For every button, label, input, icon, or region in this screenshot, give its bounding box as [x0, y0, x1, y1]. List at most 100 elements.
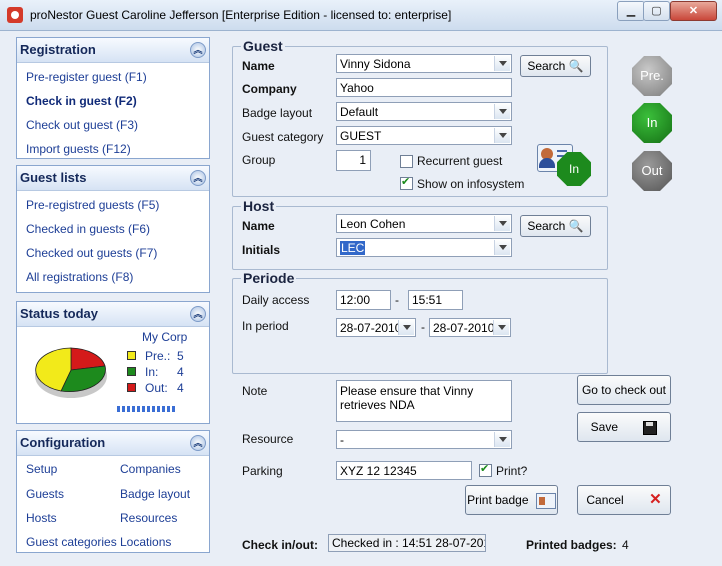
- guest-category-label: Guest category: [242, 130, 324, 144]
- collapse-icon[interactable]: ︽: [190, 306, 206, 322]
- daily-access-label: Daily access: [242, 293, 310, 307]
- period-from-date[interactable]: 28-07-2010: [336, 318, 416, 337]
- configuration-title: Configuration: [20, 435, 106, 450]
- legend-out-label: Out:: [145, 381, 168, 395]
- note-textarea[interactable]: Please ensure that Vinny retrieves NDA: [336, 380, 512, 422]
- save-label: Save: [590, 420, 618, 434]
- period-dash: -: [421, 320, 425, 334]
- resource-value: -: [340, 433, 344, 447]
- show-on-infosystem-checkbox[interactable]: [400, 175, 413, 190]
- daily-dash: -: [395, 293, 399, 307]
- guest-name-combo[interactable]: Vinny Sidona: [336, 54, 512, 73]
- companies-link[interactable]: Companies: [120, 462, 181, 476]
- all-registrations-link[interactable]: All registrations (F8): [26, 270, 133, 284]
- chevron-down-icon[interactable]: [493, 320, 509, 335]
- pre-register-guest-link[interactable]: Pre-register guest (F1): [26, 70, 147, 84]
- host-name-combo[interactable]: Leon Cohen: [336, 214, 512, 233]
- host-search-label: Search: [527, 219, 566, 233]
- status-bar: Check in/out: Checked in : 14:51 28-07-2…: [232, 530, 712, 556]
- guest-lists-title: Guest lists: [20, 170, 87, 185]
- checked-in-guests-link[interactable]: Checked in guests (F6): [26, 222, 150, 236]
- registration-panel: Registration ︽ Pre-register guest (F1) C…: [16, 37, 210, 159]
- legend-pre-label: Pre.:: [145, 349, 171, 363]
- status-today-title: Status today: [20, 306, 99, 321]
- configuration-header[interactable]: Configuration ︽: [17, 431, 209, 456]
- chevron-down-icon[interactable]: [398, 320, 414, 335]
- hosts-link[interactable]: Hosts: [26, 511, 57, 525]
- recurrent-guest-checkbox[interactable]: [400, 155, 413, 168]
- chevron-down-icon[interactable]: [494, 240, 510, 255]
- collapse-icon[interactable]: ︽: [190, 435, 206, 451]
- pre-registred-guests-link[interactable]: Pre-registred guests (F5): [26, 198, 159, 212]
- guest-categories-link[interactable]: Guest categories: [26, 535, 117, 549]
- daily-to-input[interactable]: 15:51: [408, 290, 463, 310]
- maximize-button[interactable]: ▢: [643, 1, 670, 21]
- check-out-guest-link[interactable]: Check out guest (F3): [26, 118, 138, 132]
- check-in-guest-link[interactable]: Check in guest (F2): [26, 94, 137, 108]
- collapse-icon[interactable]: ︽: [190, 42, 206, 58]
- period-to-date[interactable]: 28-07-2010: [429, 318, 511, 337]
- note-label: Note: [242, 384, 268, 398]
- host-search-button[interactable]: Search 🔍: [520, 215, 591, 237]
- go-to-check-out-button[interactable]: Go to check out: [577, 375, 671, 405]
- guest-category-combo[interactable]: GUEST: [336, 126, 512, 145]
- setup-link[interactable]: Setup: [26, 462, 57, 476]
- chevron-down-icon[interactable]: [494, 216, 510, 231]
- locations-link[interactable]: Locations: [120, 535, 171, 549]
- guest-name-label: Name: [242, 59, 275, 73]
- in-status-button[interactable]: In: [632, 103, 672, 143]
- minimize-button[interactable]: ▁: [617, 1, 645, 21]
- save-button[interactable]: Save: [577, 412, 671, 442]
- initials-combo[interactable]: LEC: [336, 238, 512, 257]
- print-badge-button[interactable]: Print badge: [465, 485, 558, 515]
- group-input[interactable]: 1: [336, 150, 371, 171]
- badge-layout-link[interactable]: Badge layout: [120, 487, 190, 501]
- daily-from-input[interactable]: 12:00: [336, 290, 391, 310]
- check-in-out-label: Check in/out:: [242, 538, 319, 552]
- app-icon: [7, 7, 23, 23]
- badge-layout-label: Badge layout: [242, 106, 313, 120]
- guests-link[interactable]: Guests: [26, 487, 64, 501]
- pre-status-button[interactable]: Pre.: [632, 56, 672, 96]
- import-guests-link[interactable]: Import guests (F12): [26, 142, 131, 156]
- chevron-down-icon[interactable]: [494, 128, 510, 143]
- parking-input[interactable]: XYZ 12 12345: [336, 461, 472, 480]
- checked-out-guests-link[interactable]: Checked out guests (F7): [26, 246, 157, 260]
- collapse-icon[interactable]: ︽: [190, 170, 206, 186]
- period-from-value: 28-07-2010: [340, 321, 402, 335]
- chevron-down-icon[interactable]: [494, 56, 510, 71]
- status-today-header[interactable]: Status today ︽: [17, 302, 209, 327]
- status-company: My Corp: [142, 330, 188, 344]
- magnifier-icon: 🔍: [568, 59, 584, 73]
- printed-badges-label: Printed badges:: [526, 538, 617, 552]
- window-title: proNestor Guest Caroline Jefferson [Ente…: [30, 8, 452, 22]
- printed-badges-value: 4: [622, 538, 629, 552]
- chevron-down-icon[interactable]: [494, 104, 510, 119]
- resources-link[interactable]: Resources: [120, 511, 177, 525]
- periode-group-title: Periode: [241, 270, 297, 286]
- print-checkbox[interactable]: [479, 462, 492, 477]
- badge-card-icon: [535, 492, 556, 509]
- legend-out-value: 4: [177, 381, 184, 395]
- close-button[interactable]: ✕: [670, 1, 717, 21]
- legend-in-label: In:: [145, 365, 159, 379]
- legend-pre-value: 5: [177, 349, 184, 363]
- guest-badge-icon: In: [537, 144, 593, 186]
- host-name-value: Leon Cohen: [340, 217, 406, 231]
- chevron-down-icon[interactable]: [494, 432, 510, 447]
- registration-header[interactable]: Registration ︽: [17, 38, 209, 63]
- guest-search-button[interactable]: Search 🔍: [520, 55, 591, 77]
- host-group-title: Host: [241, 198, 277, 214]
- cancel-button[interactable]: Cancel ✕: [577, 485, 671, 515]
- company-input[interactable]: Yahoo: [336, 78, 512, 97]
- initials-label: Initials: [242, 243, 281, 257]
- guest-lists-header[interactable]: Guest lists ︽: [17, 166, 209, 191]
- badge-layout-value: Default: [340, 105, 379, 119]
- legend-out-swatch: [127, 383, 136, 392]
- resource-combo[interactable]: -: [336, 430, 512, 449]
- badge-layout-combo[interactable]: Default: [336, 102, 512, 121]
- guest-search-label: Search: [527, 59, 566, 73]
- out-status-button[interactable]: Out: [632, 151, 672, 191]
- title-bar: proNestor Guest Caroline Jefferson [Ente…: [0, 0, 722, 31]
- print-label: Print?: [496, 464, 528, 478]
